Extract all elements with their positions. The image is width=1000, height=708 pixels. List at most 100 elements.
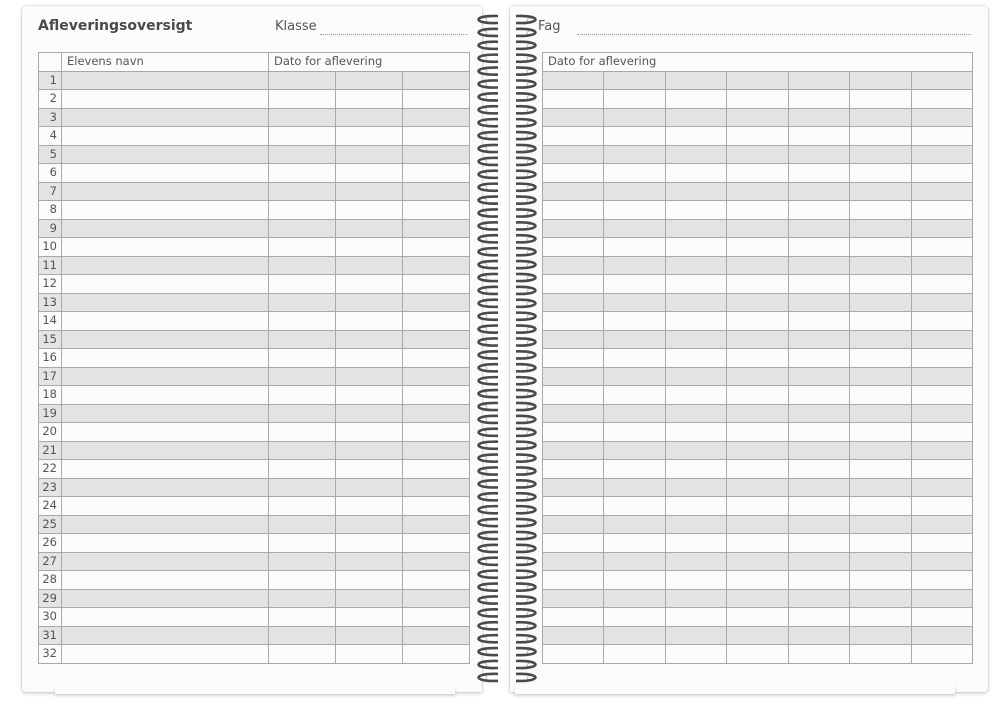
delivery-date-cell[interactable]: [401, 181, 471, 201]
delivery-date-cell[interactable]: [726, 144, 789, 164]
delivery-date-cell[interactable]: [542, 385, 604, 405]
delivery-date-cell[interactable]: [542, 514, 604, 534]
delivery-date-cell[interactable]: [268, 607, 336, 627]
delivery-date-cell[interactable]: [788, 440, 850, 460]
delivery-date-cell[interactable]: [603, 385, 666, 405]
delivery-date-cell[interactable]: [788, 237, 850, 257]
delivery-date-cell[interactable]: [665, 200, 727, 220]
delivery-date-cell[interactable]: [849, 533, 912, 553]
delivery-date-cell[interactable]: [401, 144, 471, 164]
delivery-date-cell[interactable]: [849, 311, 912, 331]
delivery-date-cell[interactable]: [335, 144, 403, 164]
delivery-date-cell[interactable]: [335, 200, 403, 220]
delivery-date-cell[interactable]: [910, 403, 974, 423]
delivery-date-cell[interactable]: [603, 514, 666, 534]
delivery-date-cell[interactable]: [401, 588, 471, 608]
delivery-date-cell[interactable]: [335, 366, 403, 386]
delivery-date-cell[interactable]: [335, 625, 403, 645]
delivery-date-cell[interactable]: [849, 144, 912, 164]
delivery-date-cell[interactable]: [603, 274, 666, 294]
delivery-date-cell[interactable]: [665, 144, 727, 164]
delivery-date-cell[interactable]: [542, 366, 604, 386]
delivery-date-cell[interactable]: [726, 385, 789, 405]
delivery-date-cell[interactable]: [665, 403, 727, 423]
delivery-date-cell[interactable]: [849, 644, 912, 664]
delivery-date-cell[interactable]: [788, 348, 850, 368]
delivery-date-cell[interactable]: [910, 533, 974, 553]
delivery-date-cell[interactable]: [268, 89, 336, 109]
delivery-date-cell[interactable]: [726, 89, 789, 109]
delivery-date-cell[interactable]: [788, 107, 850, 127]
delivery-date-cell[interactable]: [268, 181, 336, 201]
delivery-date-cell[interactable]: [401, 477, 471, 497]
delivery-date-cell[interactable]: [401, 292, 471, 312]
delivery-date-cell[interactable]: [542, 588, 604, 608]
student-name-cell[interactable]: [61, 533, 269, 553]
delivery-date-cell[interactable]: [849, 625, 912, 645]
delivery-date-cell[interactable]: [542, 403, 604, 423]
delivery-date-cell[interactable]: [665, 570, 727, 590]
delivery-date-cell[interactable]: [665, 496, 727, 516]
delivery-date-cell[interactable]: [268, 274, 336, 294]
delivery-date-cell[interactable]: [268, 422, 336, 442]
delivery-date-cell[interactable]: [665, 514, 727, 534]
student-name-cell[interactable]: [61, 644, 269, 664]
delivery-date-cell[interactable]: [542, 218, 604, 238]
delivery-date-cell[interactable]: [268, 218, 336, 238]
delivery-date-cell[interactable]: [335, 126, 403, 146]
delivery-date-cell[interactable]: [788, 551, 850, 571]
delivery-date-cell[interactable]: [401, 422, 471, 442]
delivery-date-cell[interactable]: [910, 625, 974, 645]
delivery-date-cell[interactable]: [849, 422, 912, 442]
delivery-date-cell[interactable]: [542, 70, 604, 90]
delivery-date-cell[interactable]: [665, 107, 727, 127]
student-name-cell[interactable]: [61, 588, 269, 608]
delivery-date-cell[interactable]: [268, 237, 336, 257]
delivery-date-cell[interactable]: [726, 440, 789, 460]
delivery-date-cell[interactable]: [788, 625, 850, 645]
delivery-date-cell[interactable]: [665, 311, 727, 331]
delivery-date-cell[interactable]: [542, 274, 604, 294]
delivery-date-cell[interactable]: [542, 144, 604, 164]
delivery-date-cell[interactable]: [268, 459, 336, 479]
delivery-date-cell[interactable]: [788, 311, 850, 331]
delivery-date-cell[interactable]: [542, 477, 604, 497]
delivery-date-cell[interactable]: [603, 496, 666, 516]
delivery-date-cell[interactable]: [665, 237, 727, 257]
delivery-date-cell[interactable]: [268, 366, 336, 386]
delivery-date-cell[interactable]: [268, 255, 336, 275]
delivery-date-cell[interactable]: [788, 126, 850, 146]
delivery-date-cell[interactable]: [910, 274, 974, 294]
delivery-date-cell[interactable]: [788, 533, 850, 553]
delivery-date-cell[interactable]: [726, 588, 789, 608]
student-name-cell[interactable]: [61, 70, 269, 90]
delivery-date-cell[interactable]: [335, 385, 403, 405]
delivery-date-cell[interactable]: [726, 422, 789, 442]
delivery-date-cell[interactable]: [726, 514, 789, 534]
delivery-date-cell[interactable]: [335, 348, 403, 368]
delivery-date-cell[interactable]: [849, 70, 912, 90]
student-name-cell[interactable]: [61, 459, 269, 479]
delivery-date-cell[interactable]: [401, 533, 471, 553]
delivery-date-cell[interactable]: [603, 422, 666, 442]
delivery-date-cell[interactable]: [788, 274, 850, 294]
delivery-date-cell[interactable]: [726, 163, 789, 183]
delivery-date-cell[interactable]: [849, 126, 912, 146]
delivery-date-cell[interactable]: [726, 403, 789, 423]
delivery-date-cell[interactable]: [603, 533, 666, 553]
delivery-date-cell[interactable]: [726, 496, 789, 516]
delivery-date-cell[interactable]: [726, 570, 789, 590]
delivery-date-cell[interactable]: [788, 292, 850, 312]
delivery-date-cell[interactable]: [335, 422, 403, 442]
delivery-date-cell[interactable]: [268, 348, 336, 368]
delivery-date-cell[interactable]: [542, 422, 604, 442]
delivery-date-cell[interactable]: [268, 200, 336, 220]
delivery-date-cell[interactable]: [603, 625, 666, 645]
delivery-date-cell[interactable]: [603, 588, 666, 608]
delivery-date-cell[interactable]: [665, 292, 727, 312]
delivery-date-cell[interactable]: [788, 514, 850, 534]
delivery-date-cell[interactable]: [401, 514, 471, 534]
student-name-cell[interactable]: [61, 440, 269, 460]
delivery-date-cell[interactable]: [542, 533, 604, 553]
delivery-date-cell[interactable]: [788, 255, 850, 275]
